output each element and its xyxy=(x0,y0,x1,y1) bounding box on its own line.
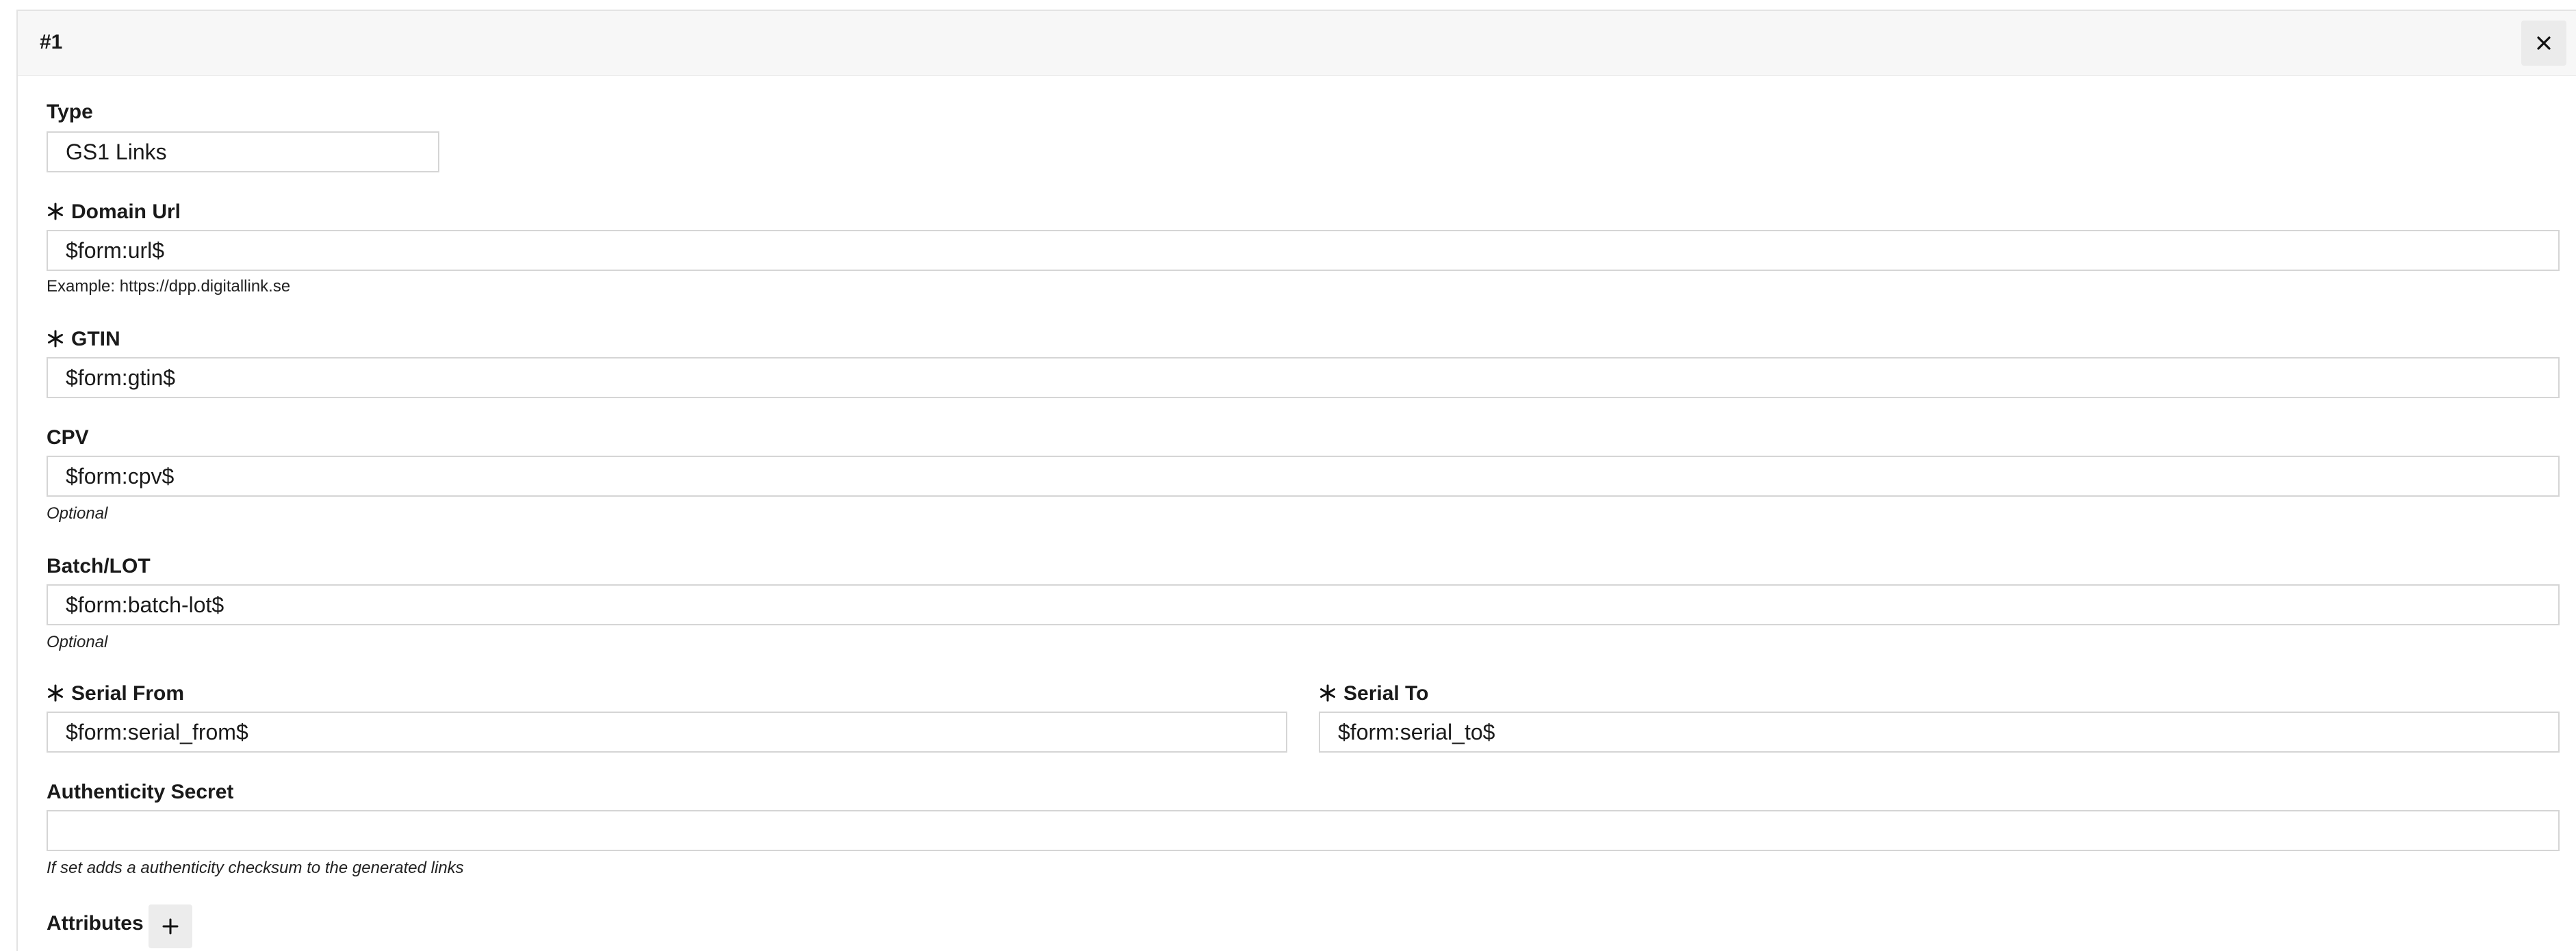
batch-lot-hint: Optional xyxy=(47,633,108,651)
domain-url-label-text: Domain Url xyxy=(71,200,181,223)
gtin-label-text: GTIN xyxy=(71,328,120,350)
gtin-input[interactable]: $form:gtin$ xyxy=(47,357,2560,398)
close-button[interactable] xyxy=(2521,21,2566,66)
serial-from-input[interactable]: $form:serial_from$ xyxy=(47,712,1287,753)
panel-header: #1 xyxy=(18,11,2576,76)
authenticity-secret-hint: If set adds a authenticity checksum to t… xyxy=(47,859,464,877)
gtin-label: GTIN xyxy=(47,327,120,352)
close-icon xyxy=(2537,36,2551,50)
authenticity-secret-label: Authenticity Secret xyxy=(47,781,234,803)
batch-lot-label: Batch/LOT xyxy=(47,555,151,577)
panel-title: #1 xyxy=(40,31,63,53)
serial-to-input[interactable]: $form:serial_to$ xyxy=(1319,712,2560,753)
cpv-input[interactable]: $form:cpv$ xyxy=(47,456,2560,497)
type-label: Type xyxy=(47,101,93,123)
add-attribute-button[interactable] xyxy=(149,904,192,948)
serial-from-label-text: Serial From xyxy=(71,682,185,705)
domain-url-label: Domain Url xyxy=(47,200,181,224)
plus-icon xyxy=(162,918,179,935)
batch-lot-input[interactable]: $form:batch-lot$ xyxy=(47,584,2560,625)
domain-url-hint: Example: https://dpp.digitallink.se xyxy=(47,277,291,296)
asterisk-icon xyxy=(1319,684,1337,702)
domain-url-input[interactable]: $form:url$ xyxy=(47,230,2560,271)
cpv-label: CPV xyxy=(47,426,89,449)
cpv-hint: Optional xyxy=(47,504,108,523)
serial-to-label: Serial To xyxy=(1319,681,1428,706)
attributes-label: Attributes xyxy=(47,912,144,935)
type-field[interactable]: GS1 Links xyxy=(47,131,439,172)
item-panel: #1 Type GS1 Links Domain Url $form:url$ … xyxy=(16,10,2576,951)
asterisk-icon xyxy=(47,203,64,220)
authenticity-secret-input[interactable] xyxy=(47,810,2560,851)
serial-from-label: Serial From xyxy=(47,681,184,706)
serial-to-label-text: Serial To xyxy=(1343,682,1429,705)
asterisk-icon xyxy=(47,330,64,348)
asterisk-icon xyxy=(47,684,64,702)
